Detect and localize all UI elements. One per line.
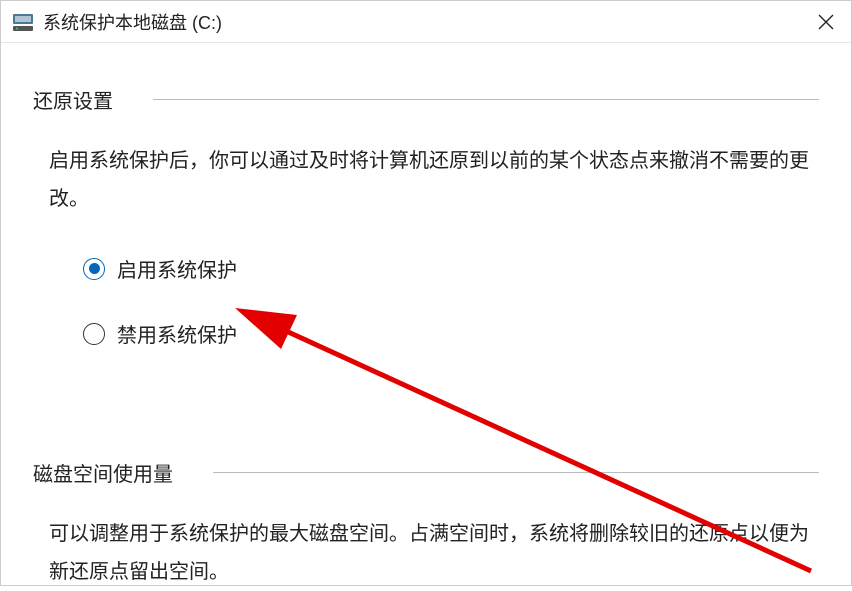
system-protection-icon (13, 12, 33, 32)
protection-radio-group: 启用系统保护 禁用系统保护 (83, 254, 819, 348)
disable-protection-label: 禁用系统保护 (117, 319, 237, 348)
disk-usage-section: 磁盘空间使用量 可以调整用于系统保护的最大磁盘空间。占满空间时，系统将删除较旧的… (33, 458, 819, 591)
titlebar: 系统保护本地磁盘 (C:) (1, 1, 851, 43)
disable-system-protection-radio[interactable]: 禁用系统保护 (83, 319, 819, 348)
content-area: 还原设置 启用系统保护后，你可以通过及时将计算机还原到以前的某个状态点来撤消不需… (1, 43, 851, 591)
disk-usage-description: 可以调整用于系统保护的最大磁盘空间。占满空间时，系统将删除较旧的还原点以便为新还… (49, 515, 809, 591)
enable-system-protection-radio[interactable]: 启用系统保护 (83, 254, 819, 283)
radio-selected-icon (83, 258, 105, 280)
restore-settings-section: 还原设置 启用系统保护后，你可以通过及时将计算机还原到以前的某个状态点来撤消不需… (33, 85, 819, 348)
close-button[interactable] (815, 11, 837, 33)
disk-usage-heading: 磁盘空间使用量 (33, 458, 173, 487)
restore-settings-description: 启用系统保护后，你可以通过及时将计算机还原到以前的某个状态点来撤消不需要的更改。 (49, 142, 809, 218)
restore-settings-heading: 还原设置 (33, 85, 113, 114)
divider (153, 99, 819, 100)
divider (213, 472, 819, 473)
enable-protection-label: 启用系统保护 (117, 254, 237, 283)
window-title: 系统保护本地磁盘 (C:) (43, 9, 222, 35)
close-icon (818, 14, 834, 30)
radio-unselected-icon (83, 323, 105, 345)
